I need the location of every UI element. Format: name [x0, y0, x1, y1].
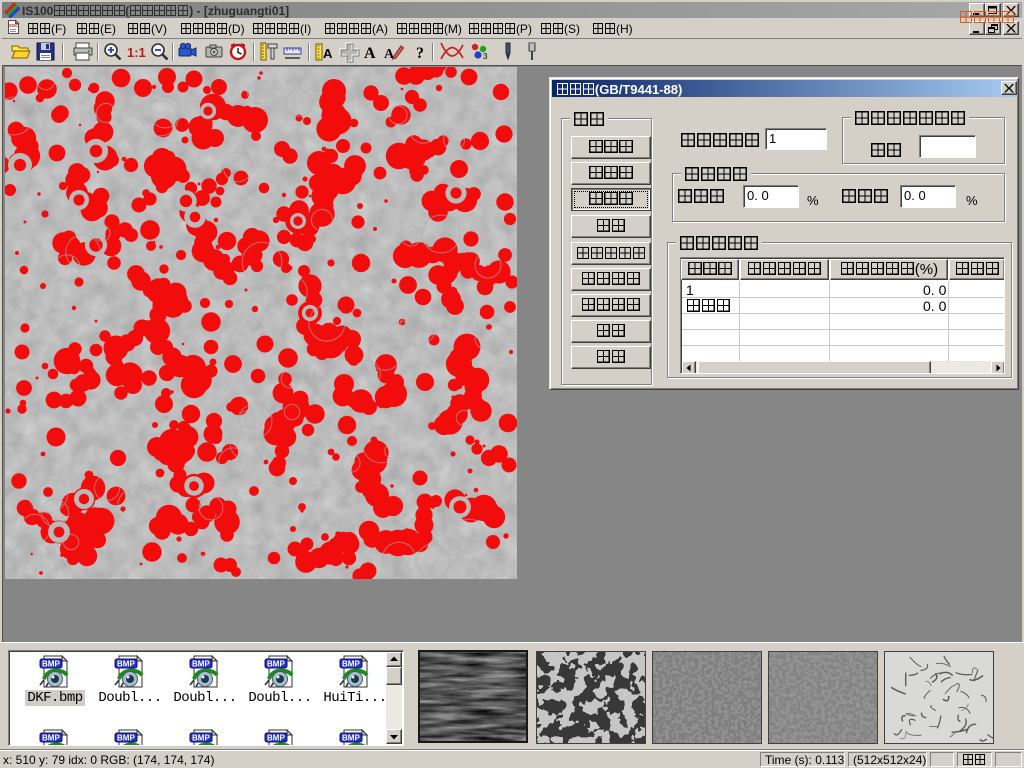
svg-text:DOC: DOC	[8, 23, 19, 28]
svg-text:A: A	[323, 46, 333, 61]
svg-text:?: ?	[416, 45, 424, 62]
svg-text:BMP: BMP	[192, 734, 210, 743]
svg-text:BMP: BMP	[267, 734, 285, 743]
svg-text:BMP: BMP	[117, 734, 135, 743]
svg-text:BMP: BMP	[342, 660, 360, 669]
svg-text:1:1: 1:1	[127, 45, 146, 60]
svg-text:BMP: BMP	[342, 734, 360, 743]
svg-text:BMP: BMP	[42, 734, 60, 743]
svg-text:BMP: BMP	[117, 660, 135, 669]
svg-text:BMP: BMP	[267, 660, 285, 669]
svg-text:A: A	[364, 45, 376, 62]
svg-text:A: A	[384, 47, 395, 62]
svg-text:BMP: BMP	[42, 660, 60, 669]
svg-text:BMP: BMP	[192, 660, 210, 669]
svg-text:3: 3	[483, 52, 488, 61]
